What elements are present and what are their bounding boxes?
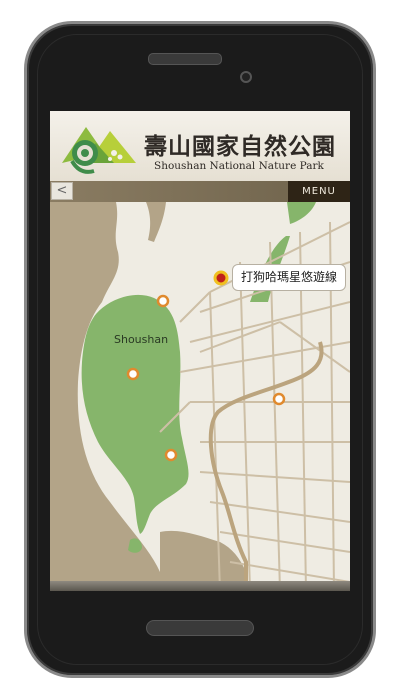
back-button[interactable]: < — [51, 182, 73, 200]
park-subtitle: Shoushan National Nature Park — [154, 160, 324, 172]
menu-button[interactable]: MENU — [288, 181, 350, 202]
map-canvas — [50, 202, 350, 591]
chevron-left-icon: < — [56, 183, 68, 198]
app-screen: 壽山國家自然公園 Shoushan National Nature Park <… — [50, 111, 350, 591]
app-header: 壽山國家自然公園 Shoushan National Nature Park — [50, 111, 350, 181]
home-button[interactable] — [146, 620, 254, 636]
route-callout[interactable]: 打狗哈瑪星悠遊線 — [232, 264, 346, 291]
speaker-grille — [148, 53, 222, 65]
poi-marker[interactable] — [272, 392, 286, 406]
screen-bottom-strip — [50, 581, 350, 591]
shoushan-label: Shoushan — [114, 333, 169, 346]
front-camera — [240, 71, 252, 83]
poi-marker[interactable] — [164, 448, 178, 462]
nav-bar: < MENU — [50, 181, 350, 202]
park-logo-icon — [62, 127, 136, 174]
poi-marker[interactable] — [156, 294, 170, 308]
selected-poi-marker[interactable] — [213, 270, 229, 286]
park-title: 壽山國家自然公園 — [144, 133, 336, 160]
map-view[interactable]: Shoushan 打狗哈瑪星悠遊線 — [50, 202, 350, 591]
poi-marker[interactable] — [126, 367, 140, 381]
